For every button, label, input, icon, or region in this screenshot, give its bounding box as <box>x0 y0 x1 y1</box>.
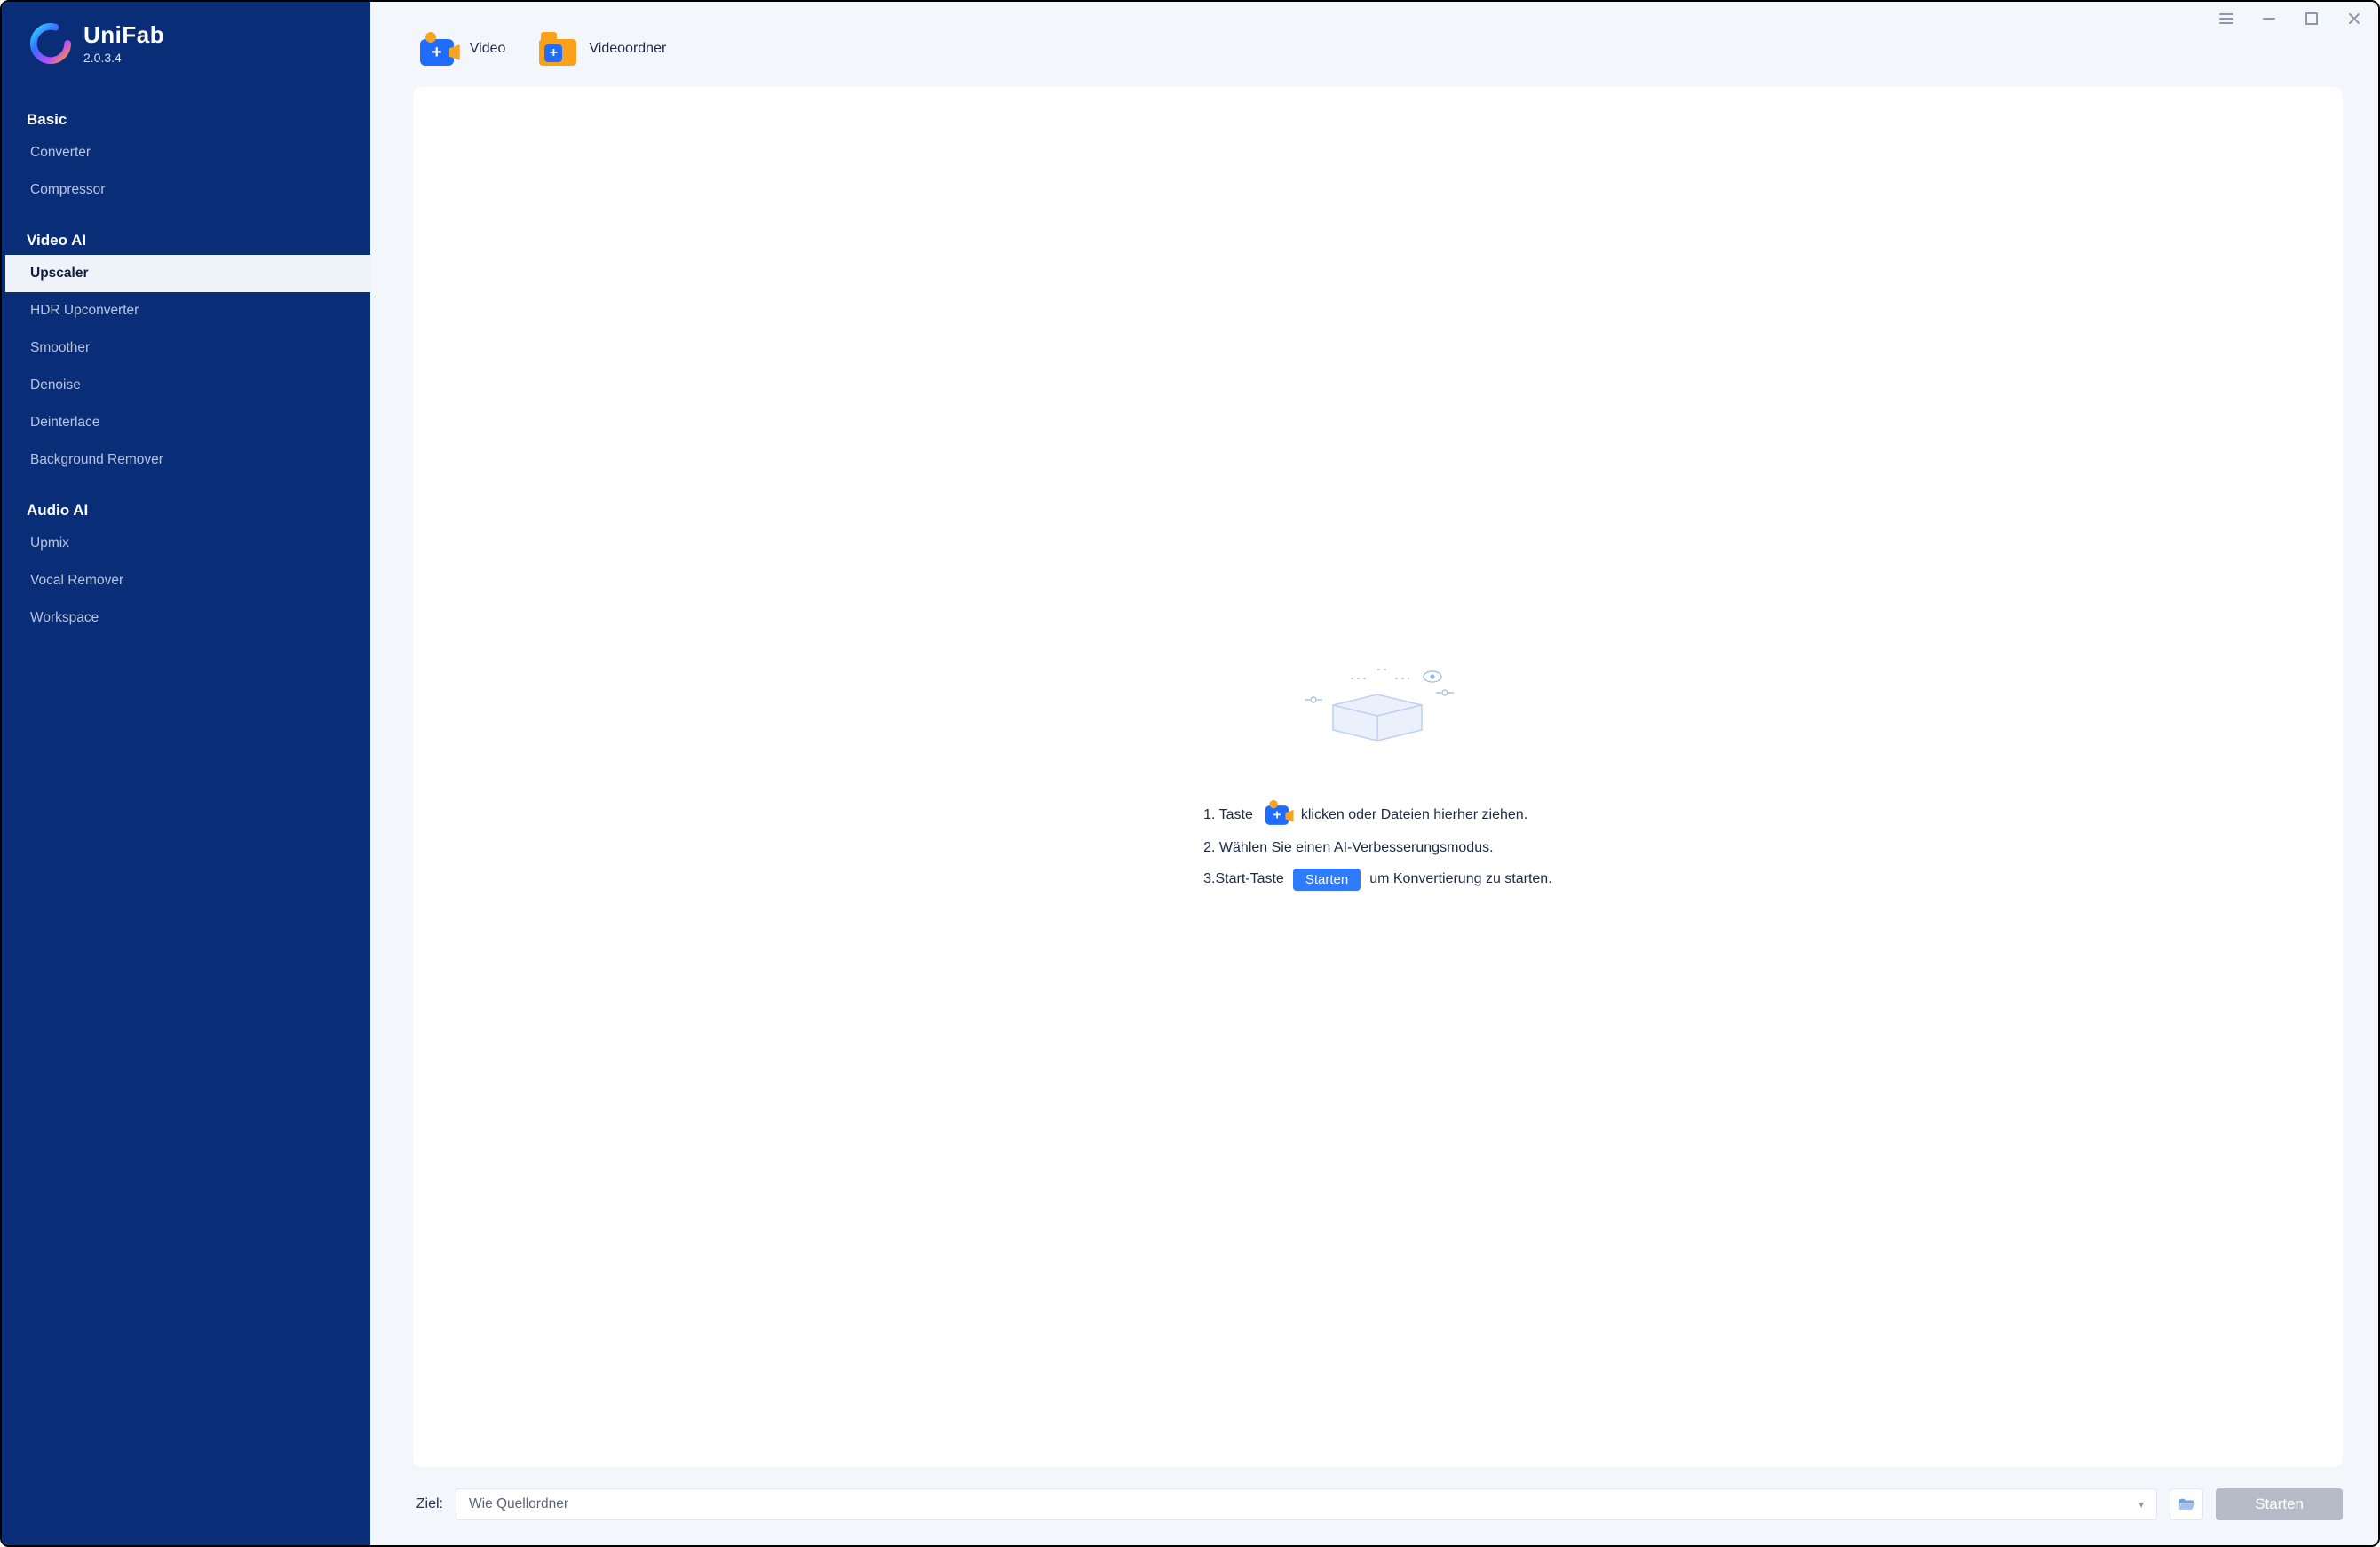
brand-name: UniFab <box>83 21 164 49</box>
add-video-button[interactable]: + Video <box>420 32 506 66</box>
chevron-down-icon: ▾ <box>2138 1498 2144 1511</box>
step-3b-text: um Konvertierung zu starten. <box>1369 871 1551 887</box>
add-folder-icon: + <box>539 32 576 66</box>
sidebar-item-converter[interactable]: Converter <box>2 134 370 171</box>
sidebar-item-compressor[interactable]: Compressor <box>2 171 370 209</box>
brand-version: 2.0.3.4 <box>83 51 164 65</box>
sidebar-item-hdr-upconverter[interactable]: HDR Upconverter <box>2 292 370 329</box>
step-1b-text: klicken oder Dateien hierher ziehen. <box>1301 807 1527 823</box>
start-button[interactable]: Starten <box>2216 1488 2343 1520</box>
menu-icon[interactable] <box>2215 7 2238 30</box>
minimize-icon[interactable] <box>2257 7 2281 30</box>
window-controls <box>2215 7 2366 30</box>
start-pill: Starten <box>1293 869 1361 891</box>
sidebar-item-smoother[interactable]: Smoother <box>2 329 370 367</box>
dropzone[interactable]: 1. Taste + klicken oder Dateien hierher … <box>413 87 2343 1467</box>
step-3: 3.Start-Taste Starten um Konvertierung z… <box>1203 869 1552 891</box>
sidebar-nav: Basic Converter Compressor Video AI Upsc… <box>2 88 370 717</box>
step-2: 2. Wählen Sie einen AI-Verbesserungsmodu… <box>1203 840 1552 856</box>
step-1: 1. Taste + klicken oder Dateien hierher … <box>1203 803 1552 828</box>
sidebar: UniFab 2.0.3.4 Basic Converter Compresso… <box>2 2 370 1545</box>
dest-value: Wie Quellordner <box>469 1496 568 1512</box>
sidebar-item-denoise[interactable]: Denoise <box>2 367 370 404</box>
browse-folder-button[interactable] <box>2170 1488 2203 1520</box>
app-logo-icon <box>30 23 71 64</box>
toolbar: + Video + Videoordner <box>370 2 2378 87</box>
add-folder-label: Videoordner <box>589 41 666 57</box>
add-video-inline-icon: + <box>1265 805 1289 825</box>
sidebar-item-vocal-remover[interactable]: Vocal Remover <box>2 562 370 599</box>
nav-section-video-ai: Video AI <box>2 209 370 255</box>
sidebar-item-upscaler[interactable]: Upscaler <box>2 255 370 292</box>
nav-section-audio-ai: Audio AI <box>2 479 370 525</box>
empty-box-illustration-icon <box>1289 652 1466 741</box>
bottom-bar: Ziel: Wie Quellordner ▾ Starten <box>370 1488 2378 1545</box>
placeholder: 1. Taste + klicken oder Dateien hierher … <box>1203 652 1552 903</box>
app-window: UniFab 2.0.3.4 Basic Converter Compresso… <box>0 0 2380 1547</box>
nav-section-basic: Basic <box>2 88 370 134</box>
step-2-text: 2. Wählen Sie einen AI-Verbesserungsmodu… <box>1203 840 1493 856</box>
sidebar-item-upmix[interactable]: Upmix <box>2 525 370 562</box>
dest-label: Ziel: <box>416 1496 443 1512</box>
maximize-icon[interactable] <box>2300 7 2323 30</box>
folder-open-icon <box>2178 1497 2194 1511</box>
sidebar-item-background-remover[interactable]: Background Remover <box>2 441 370 479</box>
dest-select[interactable]: Wie Quellordner ▾ <box>456 1488 2157 1520</box>
main-area: + Video + Videoordner <box>370 2 2378 1545</box>
brand: UniFab 2.0.3.4 <box>2 21 370 81</box>
add-video-label: Video <box>470 41 506 57</box>
step-1a-text: 1. Taste <box>1203 807 1253 823</box>
add-folder-button[interactable]: + Videoordner <box>539 32 666 66</box>
add-video-icon: + <box>420 32 457 66</box>
step-3a-text: 3.Start-Taste <box>1203 871 1284 887</box>
sidebar-item-deinterlace[interactable]: Deinterlace <box>2 404 370 441</box>
close-icon[interactable] <box>2343 7 2366 30</box>
sidebar-item-workspace[interactable]: Workspace <box>2 599 370 637</box>
